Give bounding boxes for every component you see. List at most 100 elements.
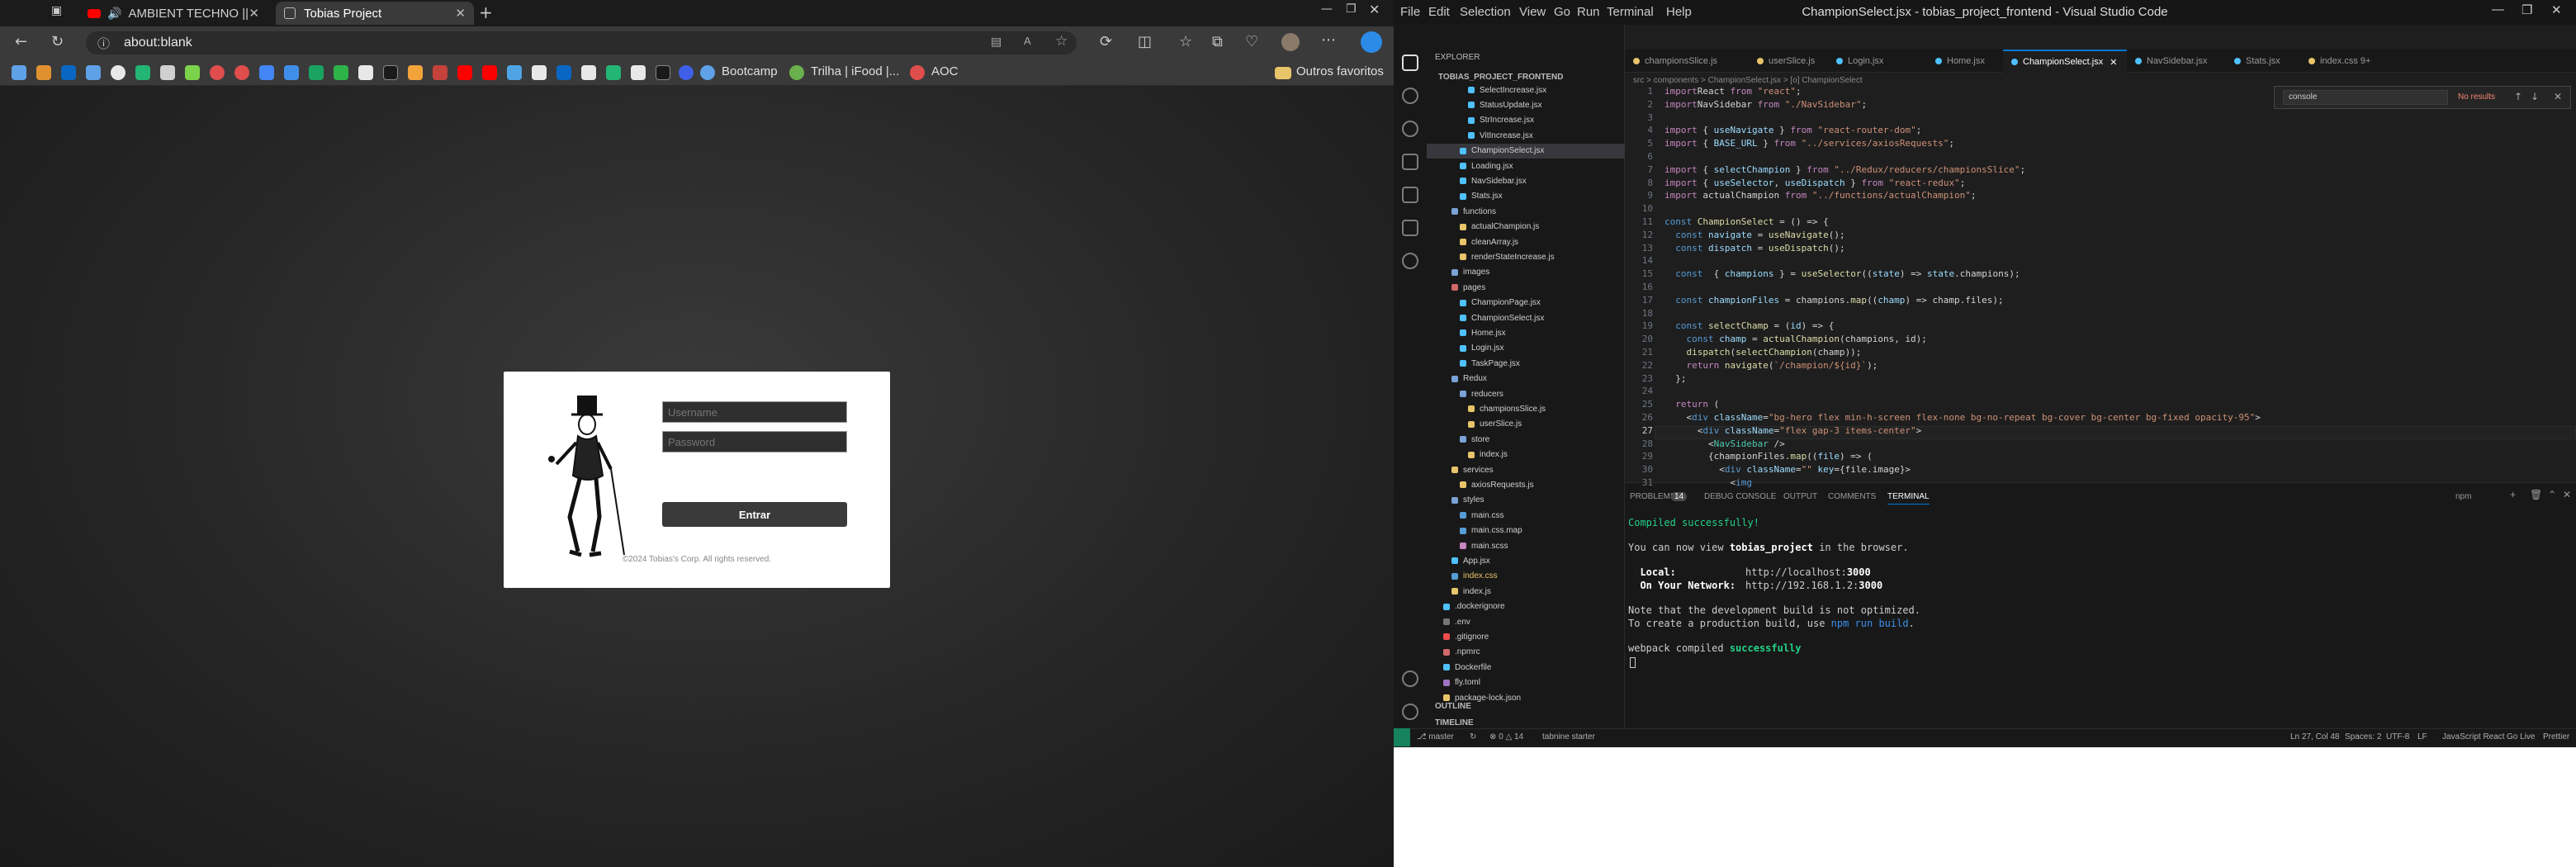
- bookmark-aoc[interactable]: AOC: [931, 64, 959, 78]
- explorer-file[interactable]: VitIncrease.jsx: [1468, 128, 1533, 143]
- close-find-icon[interactable]: ✕: [2554, 91, 2562, 102]
- search-icon[interactable]: [1402, 88, 1418, 104]
- close-panel-icon[interactable]: ✕: [2563, 489, 2571, 500]
- run-debug-icon[interactable]: [1402, 154, 1418, 170]
- prev-match-icon[interactable]: ↑: [2514, 91, 2522, 102]
- explorer-file[interactable]: Login.jsx: [1460, 341, 1503, 356]
- sync-icon[interactable]: ↻: [1470, 732, 1476, 741]
- editor-tab[interactable]: ChampionSelect.jsx ✕: [2003, 50, 2127, 73]
- explorer-folder[interactable]: images: [1451, 265, 1489, 280]
- explorer-file[interactable]: actualChampion.js: [1460, 220, 1539, 235]
- bookmark-favicon[interactable]: [656, 65, 670, 80]
- code-line[interactable]: dispatch(selectChampion(champ));: [1664, 347, 1862, 358]
- youtube-icon[interactable]: [482, 65, 497, 80]
- editor-tab[interactable]: Home.jsx: [1927, 50, 2003, 73]
- close-tab-icon[interactable]: ✕: [249, 6, 259, 21]
- editor-tab[interactable]: index.css 9+: [2300, 50, 2391, 73]
- explorer-folder[interactable]: Redux: [1451, 372, 1487, 386]
- next-match-icon[interactable]: ↓: [2531, 91, 2539, 102]
- explorer-file[interactable]: renderStateIncrease.js: [1460, 249, 1555, 264]
- other-bookmarks[interactable]: Outros favoritos: [1296, 64, 1384, 78]
- back-icon[interactable]: ←: [15, 33, 27, 50]
- explorer-folder[interactable]: styles: [1451, 493, 1485, 508]
- profile-avatar[interactable]: [1281, 33, 1300, 51]
- bookmark-favicon[interactable]: [86, 65, 101, 80]
- bookmark-favicon[interactable]: [507, 65, 522, 80]
- panel-tab-debug-console[interactable]: DEBUG CONSOLE: [1704, 492, 1776, 501]
- bookmark-favicon[interactable]: [358, 65, 373, 80]
- bookmark-favicon[interactable]: [234, 65, 249, 80]
- cursor-position[interactable]: Ln 27, Col 48: [2290, 732, 2340, 741]
- code-line[interactable]: const champ = actualChampion(champions, …: [1664, 334, 1927, 344]
- explorer-file[interactable]: .dockerignore: [1443, 599, 1505, 614]
- code-line[interactable]: importReact from "react";: [1664, 86, 1802, 97]
- menu-help[interactable]: Help: [1666, 5, 1692, 19]
- project-folder[interactable]: TOBIAS_PROJECT_FRONTEND: [1438, 73, 1564, 82]
- speaker-icon[interactable]: 🔊: [107, 7, 121, 21]
- bookmark-favicon[interactable]: [334, 65, 348, 80]
- bookmark-favicon[interactable]: [210, 65, 225, 80]
- code-line[interactable]: import { useSelector, useDispatch } from…: [1664, 178, 1965, 188]
- bookmark-favicon[interactable]: [679, 65, 694, 80]
- editor-tab[interactable]: Stats.jsx: [2226, 50, 2300, 73]
- youtube-icon[interactable]: [457, 65, 472, 80]
- code-line[interactable]: import actualChampion from "../functions…: [1664, 190, 1977, 201]
- translate-icon[interactable]: A: [1024, 35, 1031, 47]
- editor-tab[interactable]: championsSlice.js: [1625, 50, 1749, 73]
- eol-status[interactable]: LF: [2417, 732, 2427, 741]
- go-live-button[interactable]: Go Live: [2507, 732, 2535, 741]
- explorer-file[interactable]: championsSlice.js: [1468, 401, 1546, 416]
- tabnine-status[interactable]: tabnine starter: [1542, 732, 1595, 741]
- tabnine-icon[interactable]: [1402, 253, 1418, 269]
- explorer-file[interactable]: Loading.jsx: [1460, 159, 1513, 173]
- explorer-folder[interactable]: pages: [1451, 280, 1485, 295]
- explorer-file[interactable]: ChampionSelect.jsx: [1460, 310, 1544, 325]
- explorer-file[interactable]: Home.jsx: [1460, 325, 1506, 340]
- code-line[interactable]: const ChampionSelect = () => {: [1664, 216, 1829, 227]
- explorer-file[interactable]: Dockerfile: [1443, 660, 1491, 675]
- explorer-icon[interactable]: [1402, 54, 1418, 71]
- code-line[interactable]: import { selectChampion } from "../Redux…: [1664, 164, 2025, 175]
- username-input[interactable]: [662, 401, 847, 423]
- close-window-icon[interactable]: ✕: [1369, 2, 1380, 17]
- prettier-status[interactable]: Prettier: [2543, 732, 2569, 741]
- menu-edit[interactable]: Edit: [1428, 5, 1450, 19]
- code-line[interactable]: return navigate(`/champion/${id}`);: [1664, 360, 1878, 371]
- code-line[interactable]: import { BASE_URL } from "../services/ax…: [1664, 138, 1954, 149]
- bookmark-trilha[interactable]: Trilha | iFood |...: [811, 64, 899, 78]
- explorer-file[interactable]: StrIncrease.jsx: [1468, 113, 1534, 128]
- code-line[interactable]: const selectChamp = (id) => {: [1664, 320, 1834, 331]
- explorer-file[interactable]: .npmrc: [1443, 645, 1480, 660]
- panel-tab-problems[interactable]: PROBLEMS: [1630, 492, 1676, 501]
- favorites-icon[interactable]: ☆: [1179, 33, 1192, 50]
- close-tab-icon[interactable]: ✕: [455, 6, 466, 21]
- bookmark-favicon[interactable]: [284, 65, 299, 80]
- bookmark-favicon[interactable]: [581, 65, 596, 80]
- collections-icon[interactable]: ⧉: [1212, 33, 1223, 50]
- restore-icon[interactable]: ❐: [1346, 2, 1357, 16]
- code-line[interactable]: <img: [1664, 477, 1752, 488]
- explorer-file[interactable]: ChampionSelect.jsx: [1427, 143, 1625, 159]
- explorer-file[interactable]: cleanArray.js: [1460, 235, 1518, 249]
- menu-run[interactable]: Run: [1577, 5, 1600, 19]
- bookmark-favicon[interactable]: [408, 65, 423, 80]
- extensions-icon[interactable]: ⟳: [1100, 33, 1112, 50]
- explorer-file[interactable]: index.js: [1451, 584, 1491, 599]
- explorer-file[interactable]: .env: [1443, 614, 1470, 629]
- trash-icon[interactable]: 🗑: [2530, 489, 2542, 500]
- accounts-icon[interactable]: [1402, 670, 1418, 687]
- close-tab-icon[interactable]: ✕: [2110, 57, 2117, 68]
- bookmark-favicon[interactable]: [309, 65, 324, 80]
- problems-status[interactable]: ⊗ 0 △ 14: [1489, 732, 1523, 741]
- explorer-file[interactable]: main.scss: [1460, 538, 1508, 553]
- explorer-file[interactable]: main.css.map: [1460, 524, 1522, 538]
- explorer-file[interactable]: SelectIncrease.jsx: [1468, 83, 1546, 97]
- menu-view[interactable]: View: [1519, 5, 1546, 19]
- explorer-file[interactable]: axiosRequests.js: [1460, 477, 1534, 492]
- panel-tab-comments[interactable]: COMMENTS: [1828, 492, 1876, 501]
- panel-tab-output[interactable]: OUTPUT: [1783, 492, 1817, 501]
- bookmark-favicon[interactable]: [789, 65, 804, 80]
- bookmark-bootcamp[interactable]: Bootcamp: [722, 64, 778, 78]
- indent-status[interactable]: Spaces: 2: [2345, 732, 2381, 741]
- code-line[interactable]: <div className="" key={file.image}>: [1664, 464, 1911, 475]
